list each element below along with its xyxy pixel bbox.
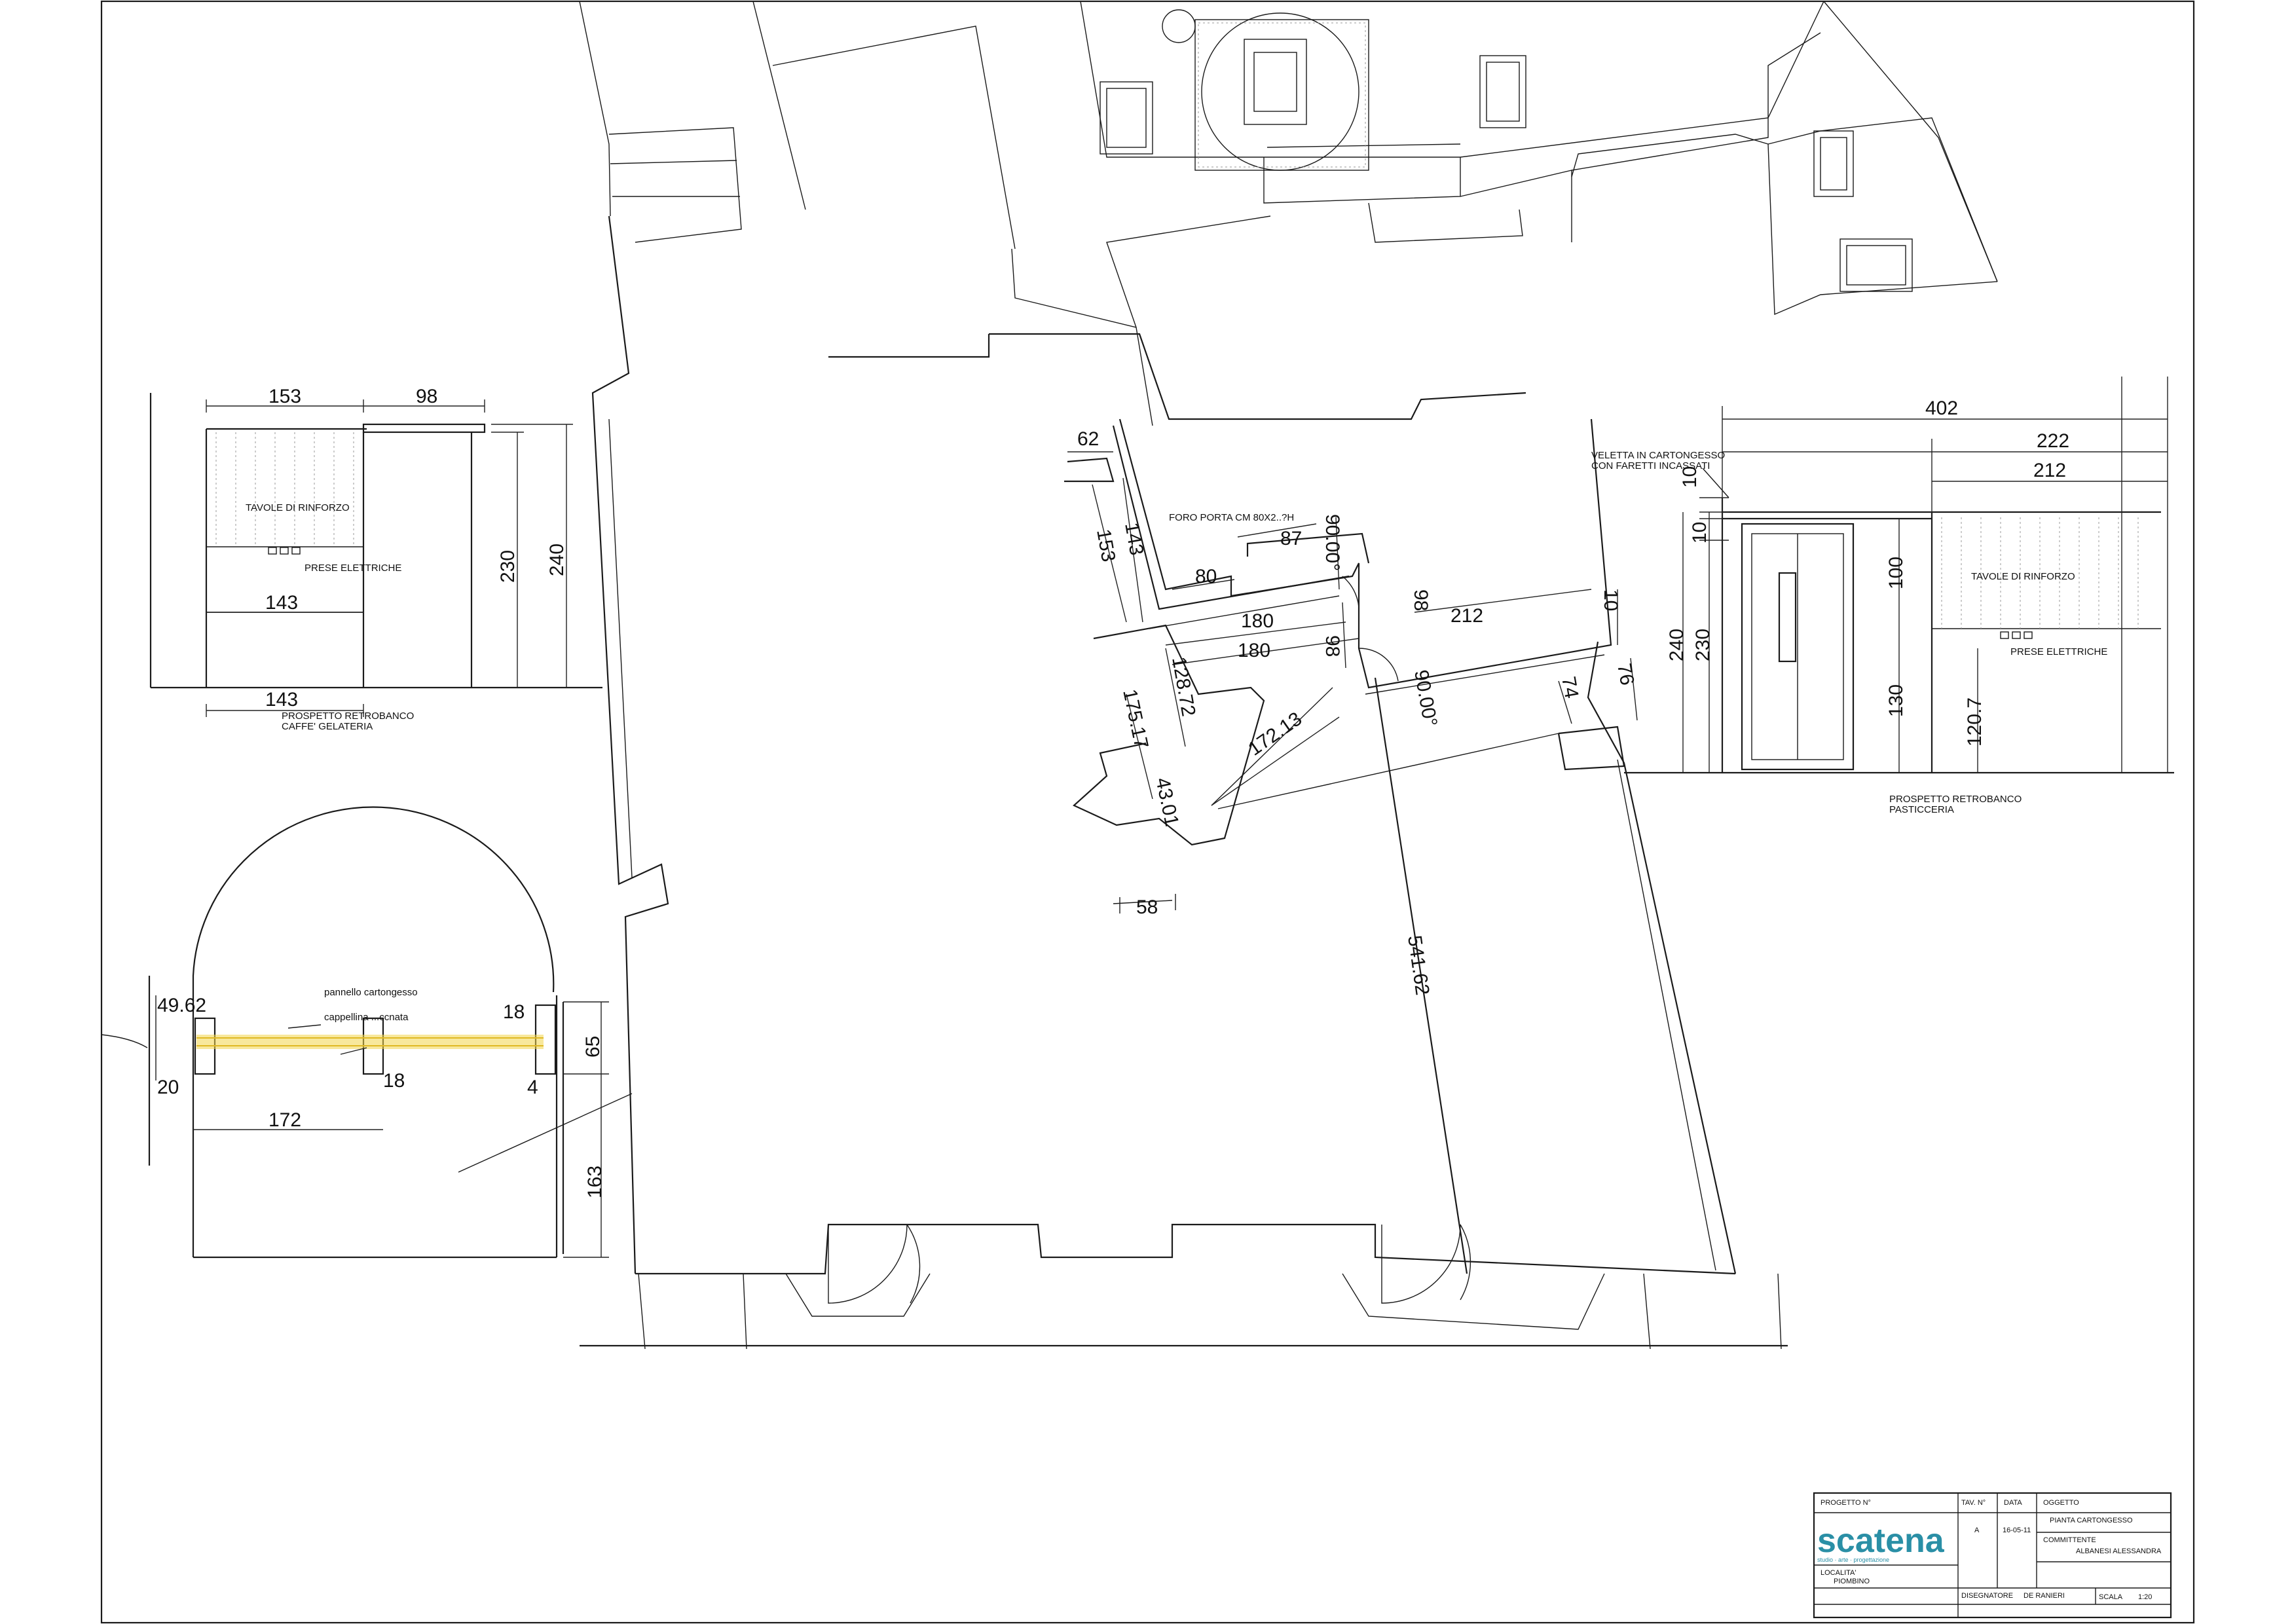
- dim-222: 222: [2037, 430, 2069, 452]
- tb-oggetto-value: PIANTA CARTONGESSO: [2050, 1517, 2133, 1524]
- dim-10: 10: [1600, 589, 1621, 611]
- label-prospetto-left-1: PROSPETTO RETROBANCO: [282, 710, 414, 722]
- dim-163: 163: [584, 1166, 606, 1198]
- dim-180-b: 180: [1238, 640, 1270, 661]
- tb-disegnatore-label: DISEGNATORE: [1961, 1592, 2013, 1600]
- tb-committente-value: ALBANESI ALESSANDRA: [2076, 1547, 2162, 1555]
- tb-progetto-label: PROGETTO N°: [1821, 1499, 1871, 1507]
- tb-disegnatore-value: DE RANIERI: [2024, 1592, 2065, 1600]
- tb-oggetto-label: OGGETTO: [2043, 1499, 2079, 1507]
- label-prospetto-right-2: PASTICCERIA: [1889, 804, 1954, 815]
- dim-98-a: 98: [1410, 589, 1432, 611]
- dim-180-a: 180: [1241, 610, 1274, 632]
- text-layer: 153 98 230 240 143 143 TAVOLE DI RINFORZ…: [157, 386, 2162, 1601]
- dim-65: 65: [582, 1036, 604, 1058]
- dim-98-top: 98: [416, 386, 437, 407]
- dim-18-a: 18: [503, 1001, 525, 1023]
- logo-text: scatena: [1817, 1522, 1945, 1560]
- dim-58: 58: [1136, 896, 1158, 918]
- dim-143-mid: 143: [265, 592, 298, 614]
- dim-128: 128.72: [1168, 655, 1199, 718]
- dim-100: 100: [1885, 557, 1907, 589]
- tb-scala-value: 1:20: [2138, 1593, 2152, 1601]
- dim-10-r2: 10: [1689, 522, 1710, 544]
- dim-153-top: 153: [268, 386, 301, 407]
- dim-212-r: 212: [2033, 460, 2066, 481]
- dim-74: 74: [1557, 674, 1582, 700]
- dim-541: 541.62: [1403, 934, 1433, 996]
- dim-143-v: 143: [1120, 521, 1147, 557]
- tb-scala-label: SCALA: [2099, 1593, 2123, 1601]
- dim-98-b: 98: [1322, 635, 1343, 657]
- dim-175: 175.17: [1118, 688, 1152, 751]
- label-tavole-right: TAVOLE DI RINFORZO: [1971, 571, 2075, 582]
- dim-76: 76: [1613, 661, 1638, 687]
- tb-tav-value: A: [1974, 1526, 1980, 1534]
- dim-153-v: 153: [1092, 527, 1119, 563]
- tb-localita-value: PIOMBINO: [1834, 1578, 1870, 1585]
- dim-430: 43.01: [1151, 776, 1183, 828]
- tb-data-label: DATA: [2004, 1499, 2022, 1507]
- dim-90deg-2: 90.00°: [1410, 668, 1441, 728]
- logo-subtitle: studio · arte · progettazione: [1817, 1557, 1889, 1563]
- dim-87: 87: [1280, 528, 1302, 549]
- label-cappellina: cappellina ...ccnata: [324, 1012, 409, 1023]
- dim-80: 80: [1195, 566, 1217, 587]
- tb-localita-label: LOCALITA': [1821, 1569, 1856, 1577]
- scatena-logo: scatena studio · arte · progettazione: [1817, 1522, 1945, 1563]
- dim-212: 212: [1451, 605, 1483, 627]
- dim-402: 402: [1925, 397, 1958, 419]
- dim-90deg-1: 90.00°: [1322, 514, 1343, 571]
- label-prese-right: PRESE ELETTRICHE: [2010, 646, 2107, 657]
- dim-230-left: 230: [497, 550, 519, 583]
- dim-230-r: 230: [1692, 629, 1714, 661]
- dim-130: 130: [1885, 684, 1907, 717]
- label-foro-porta: FORO PORTA CM 80X2..?H: [1169, 512, 1294, 523]
- dim-172: 172.13: [1244, 708, 1306, 760]
- dim-1207: 120.7: [1964, 697, 1986, 747]
- dim-172-b: 172: [268, 1109, 301, 1131]
- label-prospetto-left-2: CAFFE' GELATERIA: [282, 721, 373, 732]
- label-prospetto-right-1: PROSPETTO RETROBANCO: [1889, 794, 2022, 805]
- label-prese-left: PRESE ELETTRICHE: [305, 563, 401, 574]
- tb-committente-label: COMMITTENTE: [2043, 1536, 2096, 1544]
- dim-240-r: 240: [1666, 629, 1688, 661]
- dim-18-b: 18: [383, 1070, 405, 1092]
- label-veletta-1: VELETTA IN CARTONGESSO: [1591, 450, 1725, 461]
- dim-20: 20: [157, 1077, 179, 1098]
- label-tavole-left: TAVOLE DI RINFORZO: [246, 502, 350, 513]
- label-pannello: pannello cartongesso: [324, 987, 418, 998]
- dim-143-bot: 143: [265, 689, 298, 710]
- dim-10-r1: 10: [1679, 466, 1701, 488]
- dim-62: 62: [1077, 428, 1099, 450]
- dim-4: 4: [527, 1077, 538, 1098]
- tb-tav-label: TAV. N°: [1961, 1499, 1986, 1507]
- dim-240-left: 240: [546, 544, 568, 576]
- tb-data-value: 16-05-11: [2003, 1526, 2031, 1534]
- dim-4962: 49.62: [157, 995, 206, 1016]
